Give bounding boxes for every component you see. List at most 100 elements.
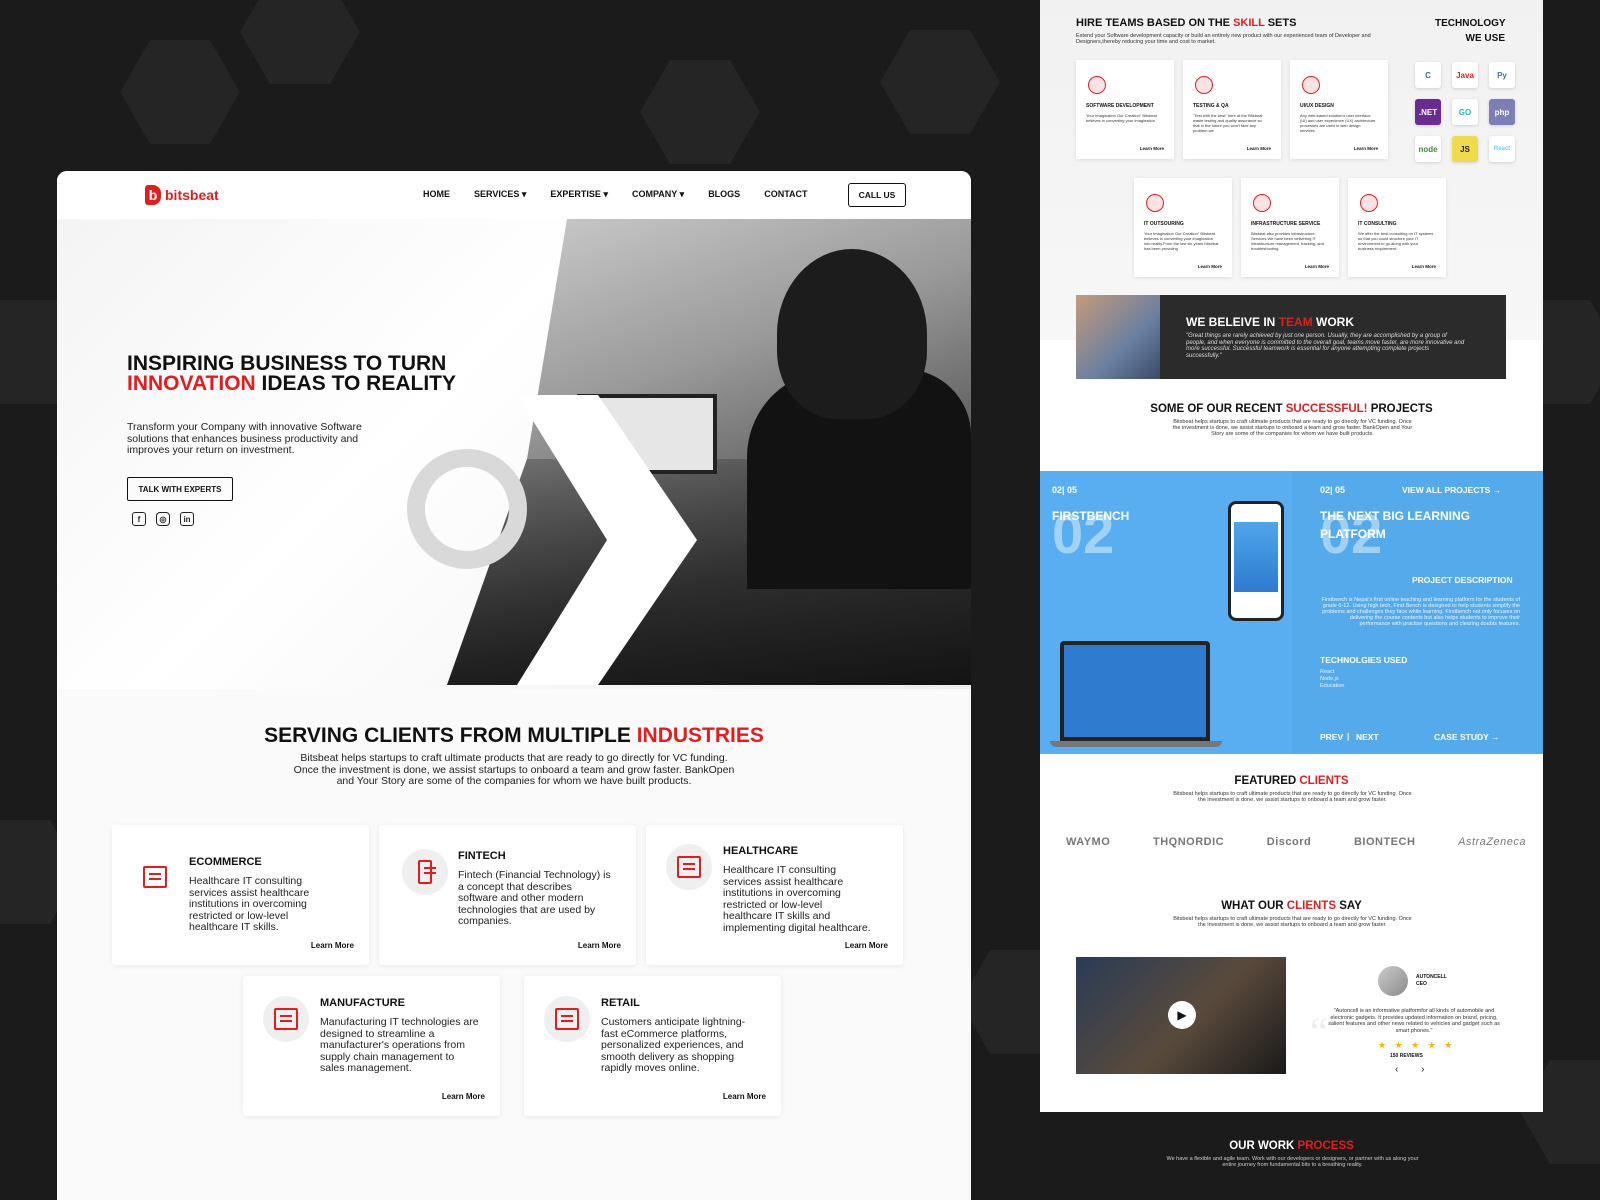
learn-more-link[interactable]: Learn More [1198, 264, 1222, 269]
waymo-logo: WAYMO [1066, 836, 1111, 848]
call-us-button[interactable]: CALL US [848, 183, 906, 207]
industry-card-fintech[interactable]: FINTECH Fintech (Financial Technology) i… [379, 825, 636, 965]
work-process-heading: OUR WORK PROCESS [1229, 1140, 1354, 1152]
c-lang-icon: C [1415, 62, 1441, 88]
hero-text: Transform your Company with innovative S… [127, 421, 362, 456]
logo[interactable]: b bitsbeat [145, 185, 219, 205]
nav-home[interactable]: HOME [423, 189, 450, 200]
nav-expertise[interactable]: EXPERTISE ▾ [550, 189, 608, 200]
technology-heading: TECHNOLOGY WE USE [1435, 18, 1506, 44]
skill-text: We offer the best consulting on IT syste… [1358, 231, 1434, 251]
view-all-projects-link[interactable]: VIEW ALL PROJECTS → [1402, 485, 1501, 495]
teamwork-heading: WE BELEIVE IN TEAM WORK [1186, 315, 1355, 329]
card-text: Manufacturing IT technologies are design… [320, 1016, 479, 1074]
discord-logo: Discord [1266, 836, 1312, 848]
industry-card-manufacture[interactable]: MANUFACTURE Manufacturing IT technologie… [243, 976, 500, 1116]
next-button[interactable]: NEXT [1356, 732, 1379, 742]
teamwork-image [1076, 295, 1160, 379]
skill-title: IT CONSULTING [1358, 221, 1397, 227]
card-title: HEALTHCARE [723, 845, 798, 857]
learn-more-link[interactable]: Learn More [1247, 146, 1271, 151]
project-name: FIRSTBENCH [1052, 509, 1130, 523]
talk-with-experts-button[interactable]: TALK WITH EXPERTS [127, 477, 233, 501]
learn-more-link[interactable]: Learn More [1354, 146, 1378, 151]
logo-text: bitsbeat [165, 187, 219, 203]
featured-clients-text: Bitsbeat helps startups to craft ultimat… [1173, 791, 1412, 803]
store-icon [544, 996, 590, 1042]
python-icon: Py [1489, 62, 1515, 88]
hex-decor [640, 60, 760, 164]
learn-more-link[interactable]: Learn More [442, 1092, 485, 1101]
project-description: Firstbench is Nepal's first online teach… [1321, 597, 1520, 627]
case-study-link[interactable]: CASE STUDY → [1434, 732, 1500, 742]
skill-text: Bitsbeat also provides infrastructure Se… [1251, 231, 1324, 251]
card-text: Customers anticipate lightning-fast eCom… [601, 1016, 746, 1074]
skill-card[interactable]: INFRASTRUCTURE SERVICE Bitsbeat also prov… [1241, 178, 1339, 277]
astrazeneca-logo: AstraZeneca [1458, 836, 1526, 848]
skill-card[interactable]: TESTING & QA "Test with the best" here at… [1183, 60, 1281, 159]
skill-card[interactable]: UI/UX DESIGN Any web-based solution's use… [1290, 60, 1388, 159]
skill-title: UI/UX DESIGN [1300, 103, 1334, 109]
tech-item: Node.js [1320, 676, 1339, 682]
testimonials-heading: WHAT OUR CLIENTS SAY [1221, 900, 1362, 912]
learn-more-link[interactable]: Learn More [1305, 264, 1329, 269]
skill-text: Your Imagination Our Creation" Bitsbeat … [1086, 113, 1157, 123]
php-icon: php [1489, 99, 1515, 125]
hero-ring-decor [407, 449, 527, 569]
recent-projects-text: Bitsbeat helps startups to craft ultimat… [1172, 419, 1413, 437]
skill-card[interactable]: IT OUTSOURING Your Imagination Our Creati… [1134, 178, 1232, 277]
project-description-label: PROJECT DESCRIPTION [1412, 575, 1513, 585]
nav-blogs[interactable]: BLOGS [708, 189, 740, 200]
social-links: f ◎ in [132, 512, 194, 526]
linkedin-icon[interactable]: in [180, 512, 194, 526]
nav-menu: HOME SERVICES ▾ EXPERTISE ▾ COMPANY ▾ BL… [423, 189, 832, 200]
learn-more-link[interactable]: Learn More [311, 941, 354, 950]
skill-card[interactable]: IT CONSULTING We offer the best consultin… [1348, 178, 1446, 277]
prev-button[interactable]: PREV [1320, 732, 1343, 742]
teamwork-quote: "Great things are rarely achieved by jus… [1186, 333, 1465, 359]
work-process-text: We have a flexible and agile team. Work … [1166, 1156, 1419, 1168]
skill-card[interactable]: SOFTWARE DEVELOPMENT Your Imagination Our… [1076, 60, 1174, 159]
services-page-mockup: HIRE TEAMS BASED ON THE SKILL SETS Exten… [1040, 0, 1543, 1112]
instagram-icon[interactable]: ◎ [156, 512, 170, 526]
skill-title: SOFTWARE DEVELOPMENT [1086, 103, 1154, 109]
learn-more-link[interactable]: Learn More [1140, 146, 1164, 151]
project-title: THE NEXT BIG LEARNING PLATFORM [1320, 509, 1471, 541]
chevron-down-icon: ▾ [603, 189, 608, 199]
industry-card-retail[interactable]: RETAIL Customers anticipate lightning-fa… [524, 976, 781, 1116]
learn-more-link[interactable]: Learn More [845, 941, 888, 950]
learn-more-link[interactable]: Learn More [723, 1092, 766, 1101]
nav-services[interactable]: SERVICES ▾ [474, 189, 526, 200]
industries-heading: SERVING CLIENTS FROM MULTIPLE INDUSTRIES [264, 724, 764, 747]
learn-more-link[interactable]: Learn More [578, 941, 621, 950]
play-icon[interactable]: ▶ [1168, 1001, 1196, 1029]
hero-heading: INSPIRING BUSINESS TO TURN INNOVATION ID… [127, 352, 457, 395]
testimonial-arrows[interactable]: ‹ › [1395, 1064, 1434, 1075]
card-title: ECOMMERCE [189, 856, 262, 868]
card-text: Healthcare IT consulting services assist… [189, 875, 310, 933]
work-process-section: OUR WORK PROCESS We have a flexible and … [1040, 1112, 1543, 1200]
javascript-icon: JS [1452, 136, 1478, 162]
react-icon: React [1489, 136, 1515, 162]
skills-section: HIRE TEAMS BASED ON THE SKILL SETS Exten… [1040, 0, 1543, 340]
chevron-down-icon: ▾ [679, 189, 685, 199]
learn-more-link[interactable]: Learn More [1412, 264, 1436, 269]
homepage-mockup: b bitsbeat HOME SERVICES ▾ EXPERTISE ▾ C… [57, 171, 971, 1200]
skill-text: "Test with the best" here at the Bitsbea… [1193, 113, 1263, 133]
medical-icon [666, 844, 712, 890]
featured-clients-heading: FEATURED CLIENTS [1234, 775, 1349, 787]
facebook-icon[interactable]: f [132, 512, 146, 526]
network-icon [1146, 194, 1164, 212]
consultant-icon [1360, 194, 1378, 212]
industries-text: Bitsbeat helps startups to craft ultimat… [293, 752, 735, 787]
pager-divider: | [1347, 731, 1350, 741]
logo-icon: b [145, 185, 161, 205]
industry-card-ecommerce[interactable]: ECOMMERCE Healthcare IT consulting servi… [112, 825, 369, 965]
industry-card-healthcare[interactable]: HEALTHCARE Healthcare IT consulting serv… [646, 825, 903, 965]
testimonial-quote: "Autoncell is an informative platformfor… [1328, 1008, 1500, 1034]
nav-contact[interactable]: CONTACT [764, 189, 807, 200]
testimonial-video[interactable]: ▶ [1076, 957, 1286, 1074]
avatar [1378, 966, 1408, 996]
nav-company[interactable]: COMPANY ▾ [632, 189, 684, 200]
code-icon [1088, 76, 1106, 94]
